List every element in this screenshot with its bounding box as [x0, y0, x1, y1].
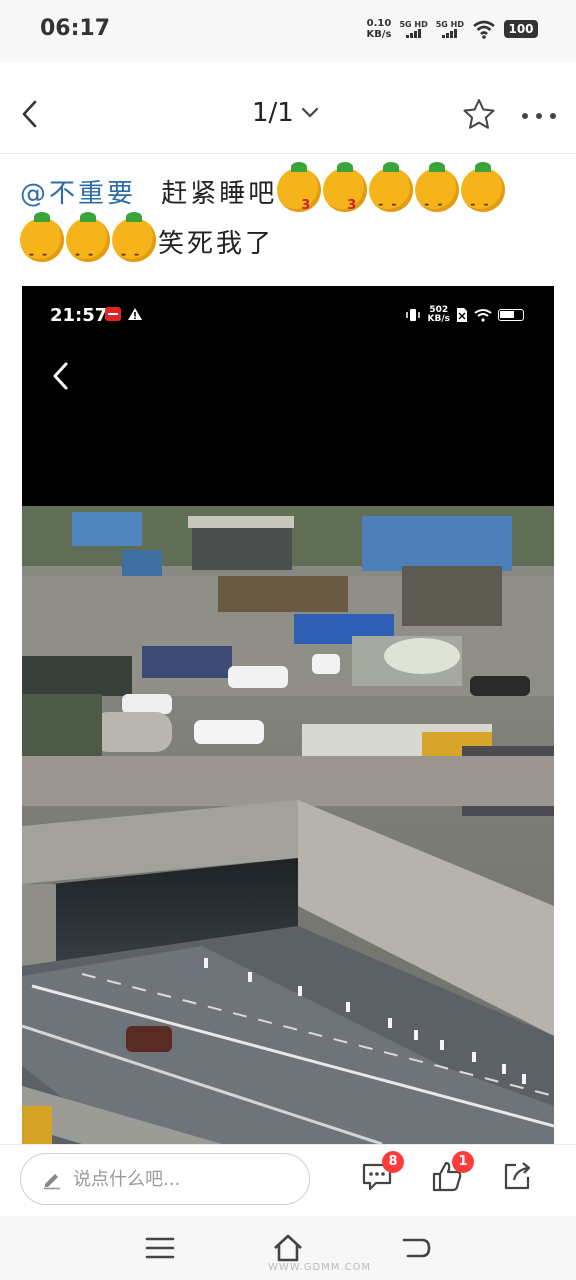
app-notification-icon — [105, 307, 121, 321]
laugh-emoji-icon — [415, 162, 460, 228]
home-icon[interactable] — [270, 1230, 306, 1266]
sim2-label: 5G HD — [435, 20, 464, 29]
embedded-notification-icons — [105, 307, 143, 321]
network-speed-value: 0.10 — [366, 18, 392, 29]
comment-input-box[interactable] — [20, 1153, 310, 1205]
network-speed-unit: KB/s — [366, 29, 392, 40]
star-icon[interactable] — [460, 96, 498, 134]
share-icon — [504, 1162, 531, 1190]
embedded-status-indicators: 502 KB/s — [404, 306, 524, 324]
post-text: @不重要 赶紧睡吧 笑死我了 — [20, 162, 560, 278]
comment-count-badge: 8 — [382, 1151, 404, 1173]
more-icon[interactable] — [518, 98, 560, 134]
kiss-emoji-icon — [277, 162, 322, 230]
back-nav-icon[interactable] — [398, 1230, 434, 1266]
embedded-wifi-icon — [474, 309, 492, 322]
mention-link[interactable]: @不重要 — [20, 179, 136, 209]
embedded-back-arrow-icon — [53, 362, 68, 390]
embedded-network-speed-unit: KB/s — [427, 314, 450, 324]
signal-sim2-icon: 5G HD — [436, 20, 464, 38]
watermark: WWW.GDMM.COM — [268, 1262, 372, 1273]
wifi-icon — [473, 20, 495, 39]
system-nav-bar: WWW.GDMM.COM — [0, 1216, 576, 1280]
embedded-status-bar: 21:57 502 KB/s — [22, 286, 554, 346]
status-indicators: 0.10 KB/s 5G HD 5G HD 100 — [366, 18, 538, 40]
status-bar: 06:17 0.10 KB/s 5G HD 5G HD 100 — [0, 0, 576, 62]
laugh-emoji-icon — [461, 162, 506, 228]
construction-site-photo — [22, 506, 554, 1144]
like-button[interactable]: 1 — [430, 1151, 474, 1199]
grin-emoji-icon — [66, 212, 110, 278]
signal-sim1-icon: 5G HD — [399, 20, 428, 38]
page-indicator[interactable]: 1/1 — [252, 98, 320, 128]
sim1-label: 5G HD — [399, 20, 428, 29]
chevron-down-icon — [301, 107, 318, 118]
kiss-emoji-icon — [323, 162, 368, 230]
share-button[interactable] — [500, 1159, 540, 1199]
post-image[interactable]: 21:57 502 KB/s — [22, 286, 554, 1144]
page-indicator-label: 1/1 — [252, 98, 294, 128]
network-speed: 0.10 KB/s — [366, 18, 391, 40]
back-arrow-icon[interactable] — [12, 94, 52, 134]
embedded-status-time: 21:57 — [50, 305, 108, 326]
warning-icon — [128, 308, 142, 320]
battery-icon: 100 — [504, 20, 538, 38]
viewer-header: 1/1 — [0, 76, 576, 154]
comment-input[interactable] — [73, 1168, 283, 1190]
like-count-badge: 1 — [452, 1151, 474, 1173]
grin-emoji-icon — [20, 212, 64, 278]
post-text-1: 赶紧睡吧 — [161, 179, 278, 209]
grin-emoji-icon — [112, 212, 156, 278]
post-text-2: 笑死我了 — [158, 229, 275, 259]
pencil-icon — [44, 1174, 60, 1190]
status-time: 06:17 — [40, 16, 111, 41]
laugh-emoji-icon — [369, 162, 414, 228]
bottom-action-bar: 8 1 — [0, 1144, 576, 1216]
vibrate-icon — [405, 309, 420, 321]
menu-icon[interactable] — [142, 1230, 178, 1266]
embedded-battery-icon — [498, 309, 524, 321]
comment-button[interactable]: 8 — [360, 1151, 404, 1199]
embedded-network-speed: 502 KB/s — [428, 306, 450, 324]
sim-off-icon — [457, 308, 467, 322]
